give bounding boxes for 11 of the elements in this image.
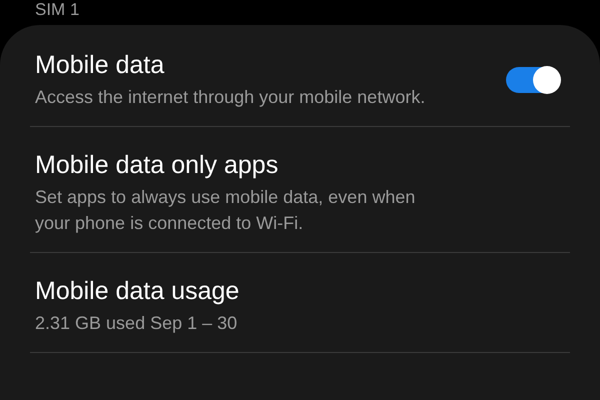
setting-title: Mobile data <box>35 50 166 81</box>
settings-item[interactable]: Mobile data only apps Set apps to always use mobile data, even when your phone is connected to Wi-Fi. <box>30 147 570 253</box>
setting-description: 2.31 GB used Sep 1 – 30 <box>35 312 238 335</box>
setting-title: Mobile data only apps <box>35 150 280 181</box>
setting-description: Set apps to always use mobile data, even when your phone is connected to Wi-Fi. <box>35 186 416 235</box>
setting-title: Mobile data usage <box>35 276 240 307</box>
settings-item[interactable]: Mobile data usage 2.31 GB used Sep 1 – 30 <box>30 273 570 353</box>
setting-description: Access the internet through your mobile network. <box>35 86 426 109</box>
settings-item[interactable]: Mobile data Access the internet through your mobile network. <box>30 47 570 127</box>
section-header: SIM 1 <box>35 0 80 20</box>
toggle-switch[interactable] <box>506 66 560 92</box>
